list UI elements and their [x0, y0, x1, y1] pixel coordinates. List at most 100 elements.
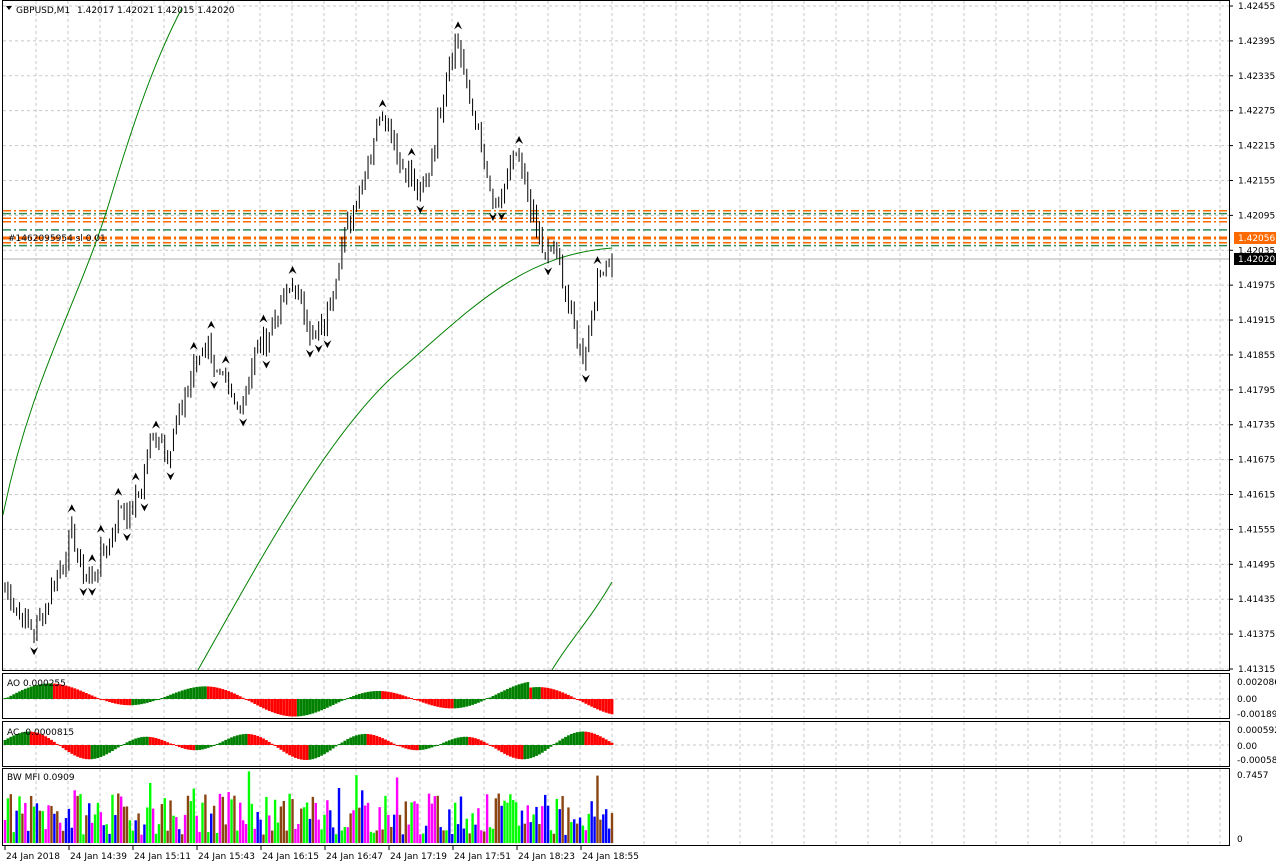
price-tick-label: 1.41495: [1238, 560, 1275, 570]
ac-bar: [294, 745, 297, 758]
mfi-bar: [552, 833, 556, 843]
ac-bar: [299, 745, 303, 760]
ac-bar: [76, 745, 80, 757]
mfi-bar: [218, 793, 222, 843]
mfi-bar: [340, 830, 344, 843]
ac-bar: [494, 745, 498, 749]
ao-bar: [401, 695, 405, 699]
ac-bar: [198, 745, 201, 750]
ao-bar: [172, 693, 175, 699]
ao-bar: [474, 699, 477, 704]
ac-bar: [253, 735, 257, 745]
ac-bar: [323, 745, 326, 755]
ac-bar: [389, 742, 393, 745]
mfi-bar: [90, 822, 94, 843]
mfi-bar: [436, 795, 439, 843]
mfi-bar: [413, 801, 416, 843]
mfi-bar: [497, 793, 500, 843]
price-tick-label: 1.42455: [1238, 2, 1275, 12]
ao-bar: [607, 699, 611, 714]
ao-bar: [416, 699, 419, 701]
ac-bar: [172, 744, 175, 745]
ac-bar: [276, 745, 280, 748]
ac-bar: [526, 745, 530, 759]
time-tick-label: 24 Jan 15:43: [198, 852, 255, 862]
ao-bar: [273, 699, 277, 714]
ao-bar: [102, 699, 106, 701]
ao-bar: [320, 699, 323, 711]
ao-bar: [488, 697, 492, 699]
mfi-bar: [79, 794, 82, 843]
ao-bar: [276, 699, 280, 715]
ac-bar: [166, 742, 170, 745]
ac-bar: [549, 745, 553, 747]
mfi-bar: [160, 804, 164, 843]
ao-bar: [186, 688, 190, 699]
mfi-bar: [430, 803, 434, 843]
ac-bar: [134, 738, 138, 745]
mfi-bar: [471, 813, 474, 843]
ac-bar: [529, 745, 533, 759]
mfi-bar: [544, 794, 547, 843]
mfi-bar: [517, 825, 521, 843]
ao-bar: [346, 698, 350, 699]
ac-bar: [160, 739, 164, 745]
mfi-bar: [349, 813, 352, 843]
ao-bar: [465, 699, 469, 707]
mfi-bar: [76, 795, 79, 843]
ac-bar: [82, 745, 85, 759]
mfi-bar: [337, 788, 341, 843]
ac-bar: [346, 739, 350, 745]
ao-bar: [569, 696, 573, 699]
ao-bar: [584, 699, 588, 704]
ao-bar: [445, 699, 448, 709]
ac-bar: [215, 744, 219, 745]
ac-bar: [453, 738, 457, 745]
ao-bar: [384, 691, 387, 699]
ao-bar: [96, 697, 100, 699]
price-tick-label: 1.42275: [1238, 107, 1275, 117]
ao-bar: [572, 697, 576, 699]
ao-bar: [90, 695, 94, 699]
ao-bar: [352, 695, 355, 699]
mfi-bar: [230, 799, 233, 843]
mfi-bar: [424, 825, 428, 843]
ao-bar: [590, 699, 594, 707]
ac-bar: [500, 745, 504, 753]
ac-bar: [61, 745, 65, 749]
mfi-bar: [590, 801, 593, 843]
ac-bar: [102, 745, 106, 756]
price-chart[interactable]: 1.42455 1.42395 1.42335 1.42275 1.42215 1.421…: [0, 0, 1276, 866]
time-tick-label: 24 Jan 16:15: [262, 852, 319, 862]
ao-bar: [99, 699, 103, 700]
ac-bar: [567, 735, 570, 745]
mfi-bar: [494, 798, 498, 843]
ac-bar: [395, 745, 399, 746]
time-tick-label: 24 Jan 2018: [6, 852, 60, 862]
mfi-bar: [439, 827, 442, 843]
ao-bar: [520, 683, 524, 699]
ao-bar: [247, 699, 251, 701]
ao-bar: [433, 699, 437, 707]
ao-bar: [575, 699, 579, 700]
ac-bar: [598, 736, 602, 745]
price-tick-label: 1.41675: [1238, 456, 1275, 466]
mfi-bar: [215, 833, 219, 843]
mfi-label: BW MFI 0.0909: [7, 773, 75, 783]
ac-bar: [331, 745, 335, 749]
ao-bar: [532, 687, 535, 699]
ac-bar: [581, 731, 585, 745]
ao-bar: [157, 699, 161, 700]
mfi-bar: [419, 834, 422, 843]
ac-bar: [154, 738, 158, 745]
mfi-bar: [70, 827, 73, 843]
ao-bar: [154, 699, 158, 701]
ac-bar: [349, 737, 353, 745]
time-tick-label: 24 Jan 16:47: [326, 852, 383, 862]
mfi-bar: [555, 798, 559, 843]
ao-bar: [221, 689, 225, 699]
ac-bar: [465, 736, 469, 745]
ac-bar: [111, 745, 114, 752]
ac-bar: [479, 740, 483, 745]
ac-bar: [532, 745, 535, 758]
